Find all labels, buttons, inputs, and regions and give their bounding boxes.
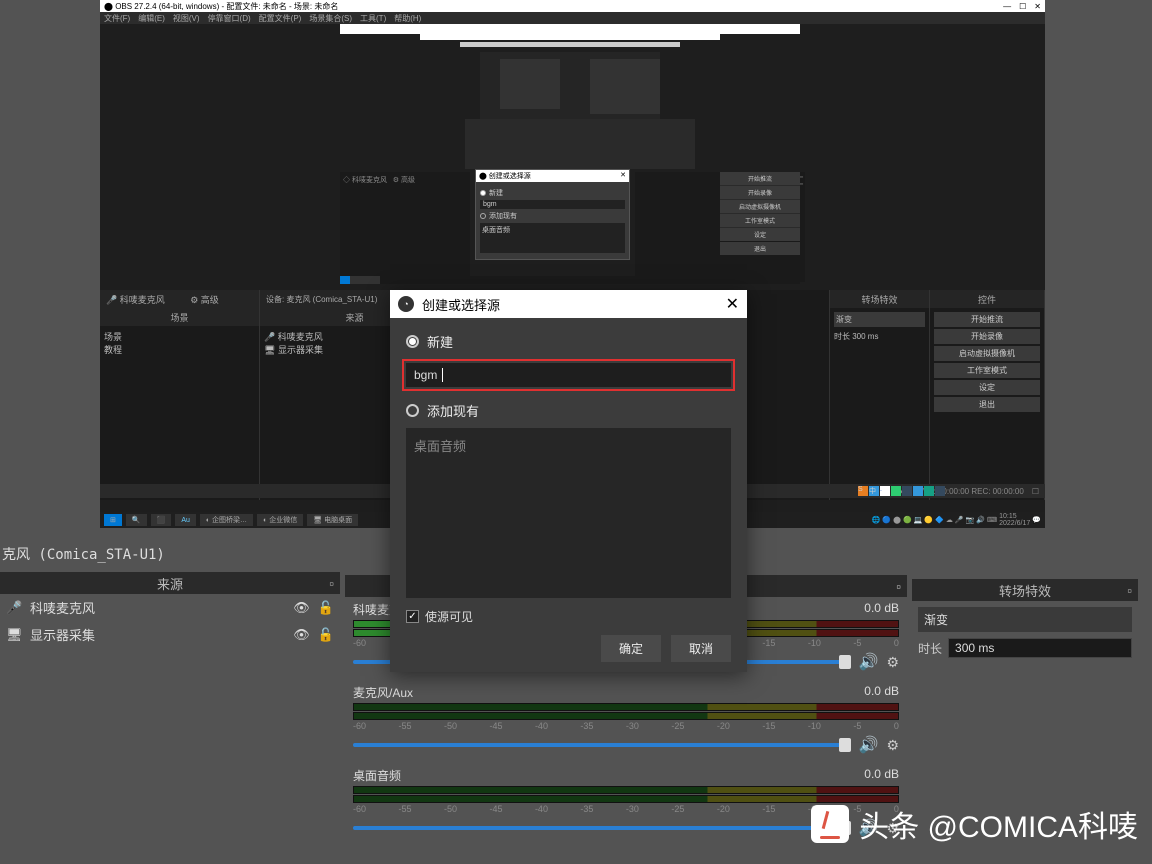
transition-select[interactable]: 渐变 [918, 607, 1132, 632]
source-row-display[interactable]: 🖥 显示器采集 👁 🔓 [0, 621, 340, 648]
transitions-panel: 转场特效▫ 渐变 时长 300 ms [912, 575, 1138, 664]
scenes-header: 场景 [100, 308, 259, 326]
dock-icon[interactable]: ▫ [896, 579, 901, 594]
studio-mode-button[interactable]: 工作室模式 [934, 363, 1040, 378]
window-controls: —☐✕ [995, 2, 1041, 11]
channel-db: 0.0 dB [864, 601, 899, 618]
source-label: 科唛麦克风 [30, 598, 95, 617]
channel-mic-aux: 麦克风/Aux 0.0 dB -60-55-50-45-40-35-30-25-2… [353, 684, 899, 755]
channel-db: 0.0 dB [864, 684, 899, 701]
display-icon: 🖥 [6, 627, 22, 643]
start-recording-button[interactable]: 开始录像 [934, 329, 1040, 344]
dialog-titlebar[interactable]: ◔ 创建或选择源 ✕ [390, 290, 747, 318]
radio-existing-label: 添加现有 [427, 401, 479, 420]
gear-icon[interactable]: ⚙ [886, 654, 899, 671]
tray-icons-preview: S中. [858, 486, 945, 498]
speaker-icon[interactable]: 🔊 [859, 735, 879, 755]
existing-sources-list[interactable]: 桌面音频 [406, 428, 731, 598]
duration-input[interactable]: 300 ms [948, 638, 1132, 658]
toutiao-icon [811, 805, 849, 843]
virtual-cam-button[interactable]: 启动虚拟摄像机 [934, 346, 1040, 361]
menu-profile[interactable]: 配置文件(P) [259, 13, 302, 24]
duration-label: 时长 [918, 640, 942, 657]
volume-slider[interactable] [353, 826, 851, 830]
checkbox-label: 使源可见 [425, 608, 473, 625]
watermark-text: 头条 @COMICA科唛 [859, 802, 1138, 846]
existing-item[interactable]: 桌面音频 [414, 436, 723, 455]
menu-view[interactable]: 视图(V) [173, 13, 200, 24]
create-source-dialog: ◔ 创建或选择源 ✕ 新建 bgm 添加现有 桌面音频 ✓ 使源可见 确定 取消 [390, 290, 747, 672]
radio-dot-icon[interactable] [406, 335, 419, 348]
radio-dot-icon[interactable] [406, 404, 419, 417]
lock-icon[interactable]: 🔓 [318, 627, 334, 643]
dialog-title: 创建或选择源 [422, 295, 500, 314]
mic-icon: 🎤 [6, 600, 22, 616]
eye-icon[interactable]: 👁 [293, 627, 310, 643]
speaker-icon[interactable]: 🔊 [859, 652, 879, 672]
start-streaming-button[interactable]: 开始推流 [934, 312, 1040, 327]
device-label: 克风 (Comica_STA-U1) [0, 540, 340, 568]
close-icon[interactable]: ✕ [726, 294, 739, 314]
channel-db: 0.0 dB [864, 767, 899, 784]
menubar[interactable]: 文件(F) 编辑(E) 视图(V) 停靠窗口(D) 配置文件(P) 场景集合(S… [100, 12, 1045, 24]
menu-help[interactable]: 帮助(H) [394, 13, 421, 24]
db-ticks: -60-55-50-45-40-35-30-25-20-15-10-50 [353, 721, 899, 731]
settings-button[interactable]: 设定 [934, 380, 1040, 395]
input-highlight: bgm [402, 359, 735, 391]
source-label: 显示器采集 [30, 625, 95, 644]
vu-meter [353, 786, 899, 794]
window-titlebar: ⬤ OBS 27.2.4 (64-bit, windows) - 配置文件: 未… [100, 0, 1045, 12]
dock-icon[interactable]: ▫ [1127, 583, 1132, 598]
vu-meter [353, 712, 899, 720]
source-row-mic[interactable]: 🎤 科唛麦克风 👁 🔓 [0, 594, 340, 621]
checkbox-icon[interactable]: ✓ [406, 610, 419, 623]
transitions-header-mini: 转场特效 [830, 290, 929, 308]
radio-new[interactable]: 新建 [406, 332, 731, 351]
vu-meter [353, 703, 899, 711]
eye-icon[interactable]: 👁 [293, 600, 310, 616]
scene-item[interactable]: 教程 [104, 343, 255, 356]
obs-logo-icon: ◔ [398, 296, 414, 312]
radio-new-label: 新建 [427, 332, 453, 351]
cancel-button[interactable]: 取消 [671, 635, 731, 662]
lock-icon[interactable]: 🔓 [318, 600, 334, 616]
dock-icon[interactable]: ▫ [329, 576, 334, 591]
controls-header: 控件 [930, 290, 1044, 308]
transitions-header: 转场特效▫ [912, 579, 1138, 601]
watermark: 头条 @COMICA科唛 [811, 802, 1138, 846]
channel-name: 桌面音频 [353, 767, 401, 784]
sources-panel: 克风 (Comica_STA-U1) 来源 ▫ 🎤 科唛麦克风 👁 🔓 🖥 显示… [0, 540, 340, 648]
radio-existing[interactable]: 添加现有 [406, 401, 731, 420]
menu-dock[interactable]: 停靠窗口(D) [208, 13, 251, 24]
window-title: OBS 27.2.4 (64-bit, windows) - 配置文件: 未命名… [115, 2, 338, 11]
gear-icon[interactable]: ⚙ [886, 737, 899, 754]
channel-name: 麦克风/Aux [353, 684, 413, 701]
exit-button[interactable]: 退出 [934, 397, 1040, 412]
menu-file[interactable]: 文件(F) [104, 13, 130, 24]
source-name-input[interactable]: bgm [406, 363, 731, 387]
menu-tools[interactable]: 工具(T) [360, 13, 386, 24]
nested-dialog: ⬤ 创建或选择源✕ 新建 bgm 添加现有 桌面音频 [475, 169, 630, 260]
menu-edit[interactable]: 编辑(E) [138, 13, 165, 24]
scene-item[interactable]: 场景 [104, 330, 255, 343]
volume-slider[interactable] [353, 743, 851, 747]
ok-button[interactable]: 确定 [601, 635, 661, 662]
nested-preview-collage: ◇ 科唛麦克风 ⚙ 高级 ━━━━━━━━ 开始推流 开始录像 启动虚拟摄像机 … [340, 24, 800, 284]
sources-panel-header: 来源 ▫ [0, 572, 340, 594]
menu-scenes[interactable]: 场景集合(S) [309, 13, 352, 24]
visibility-checkbox-row[interactable]: ✓ 使源可见 [406, 608, 731, 625]
